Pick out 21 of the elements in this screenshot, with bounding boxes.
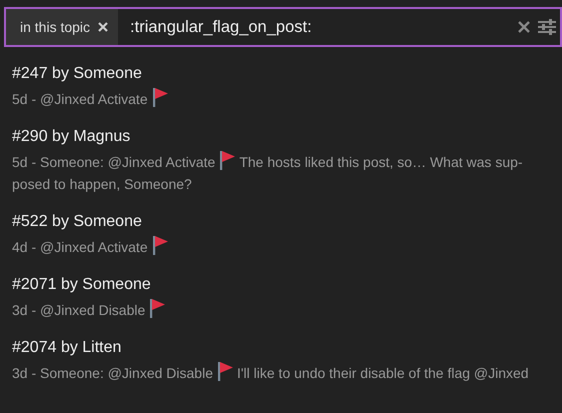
result-excerpt: 5d - @Jinxed Activate <box>12 87 562 110</box>
result-title[interactable]: #2071 by Someone <box>12 275 562 295</box>
scope-label: in this topic <box>20 18 90 37</box>
flag-icon <box>152 235 168 255</box>
close-icon[interactable] <box>98 22 108 32</box>
clear-icon[interactable] <box>518 21 530 33</box>
result-excerpt: 3d - @Jinxed Disable <box>12 298 562 321</box>
result-title[interactable]: #2074 by Litten <box>12 338 562 358</box>
settings-icon[interactable] <box>538 19 556 35</box>
flag-icon <box>216 361 233 381</box>
search-field[interactable]: in this topic :triangular_flag_on_post: <box>4 7 562 47</box>
result-excerpt: 3d - Someone: @Jinxed Disable I'll like to undo their disable of the flag @Jinxed <box>12 361 562 384</box>
result-title[interactable]: #290 by Magnus <box>12 127 562 147</box>
result-title[interactable]: #522 by Someone <box>12 212 562 232</box>
result-excerpt: 5d - Someone: @Jinxed Activate The hosts liked this post, so… What was sup-posed to happen, Someone? <box>12 150 562 195</box>
flag-icon <box>149 298 166 318</box>
result-excerpt: 4d - @Jinxed Activate <box>12 235 562 258</box>
flag-icon <box>152 87 168 107</box>
flag-icon <box>219 150 236 170</box>
result-title[interactable]: #247 by Someone <box>12 64 562 84</box>
scope-chip[interactable]: in this topic <box>6 9 118 45</box>
